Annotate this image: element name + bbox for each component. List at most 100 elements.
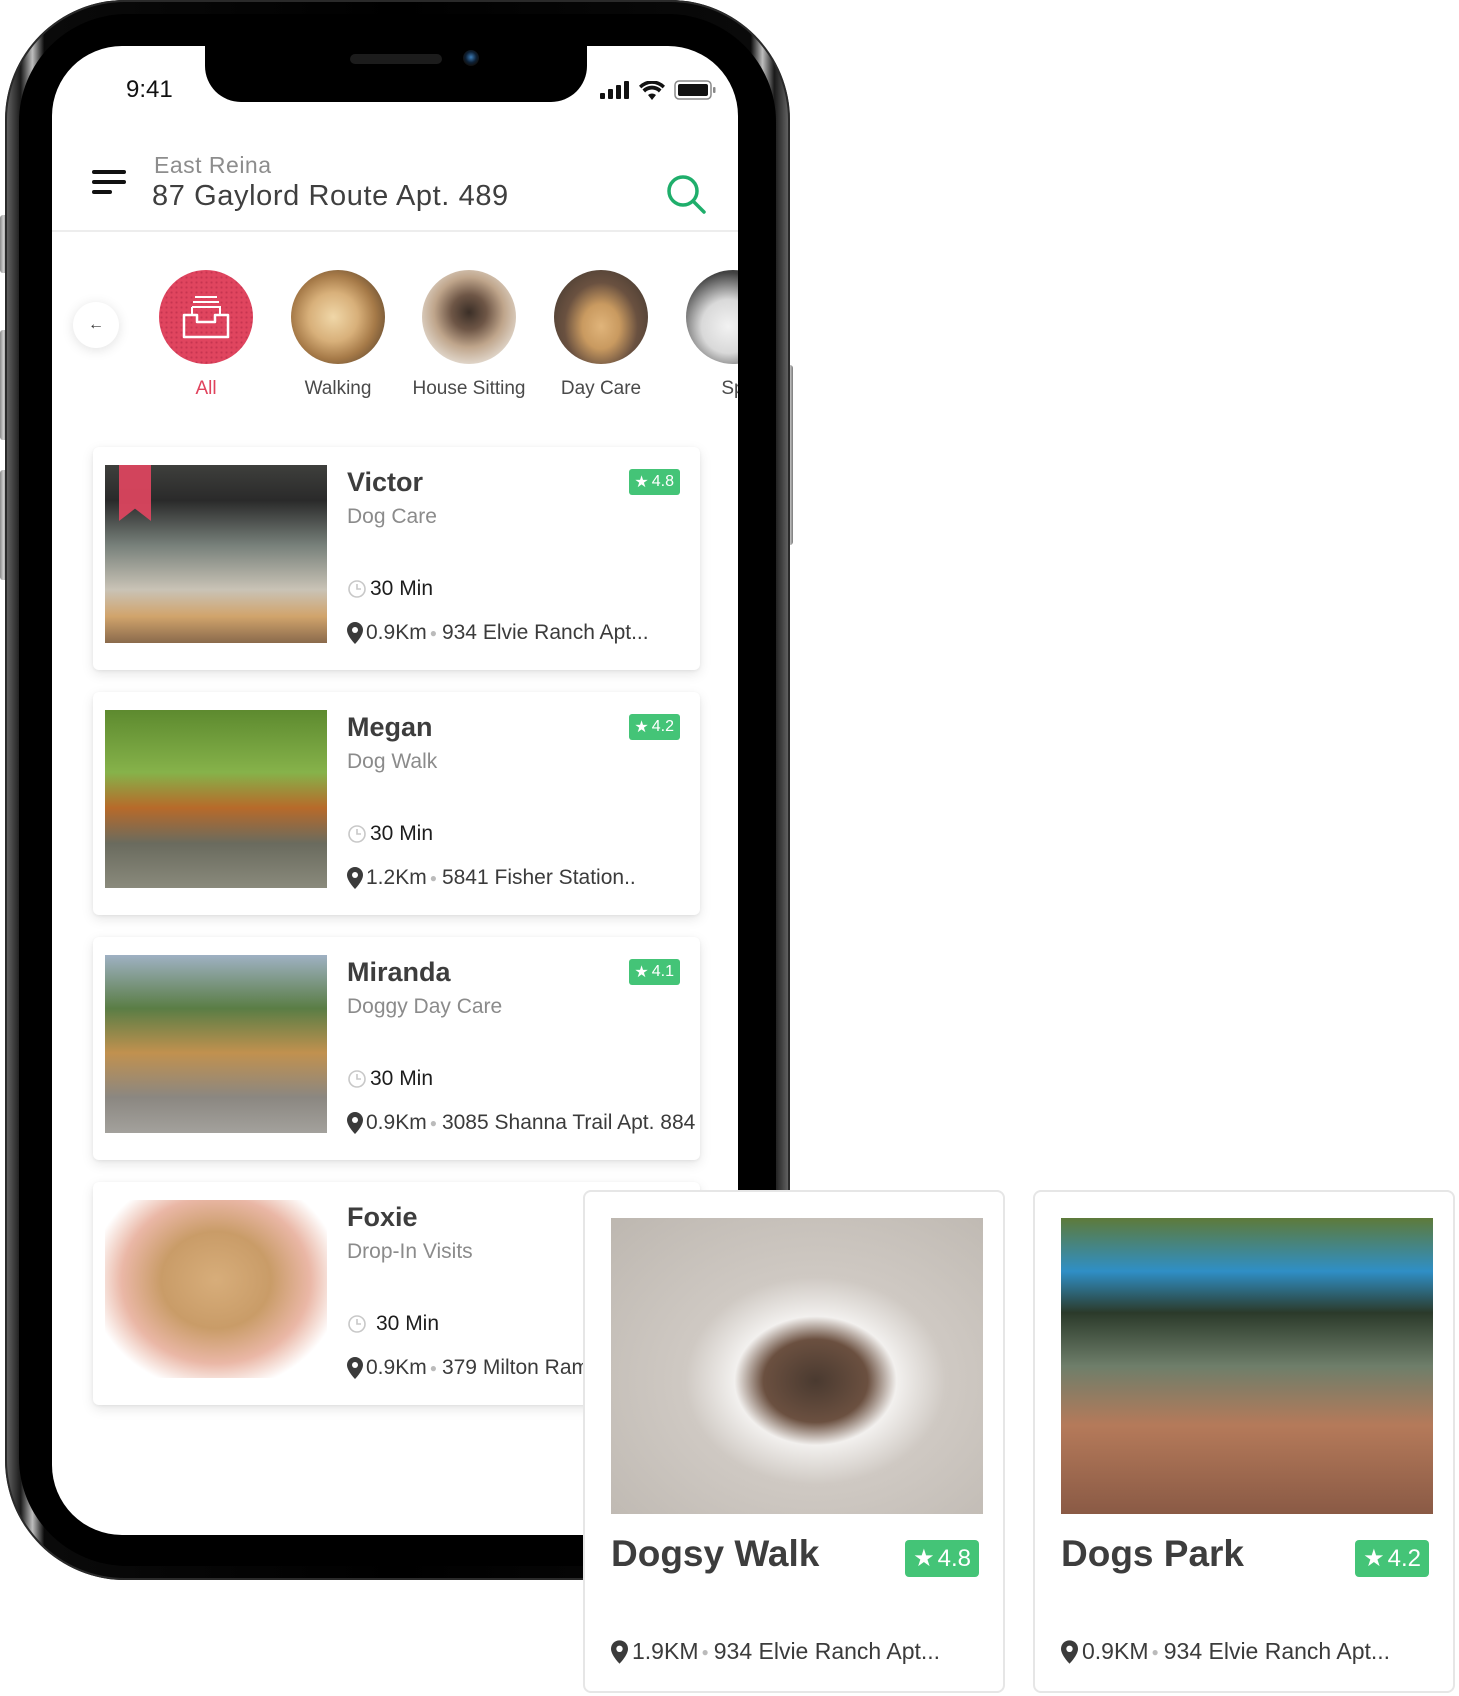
spa-photo xyxy=(686,270,738,364)
arrow-left-icon: ← xyxy=(88,316,104,333)
day-care-photo xyxy=(554,270,648,364)
clock-icon xyxy=(348,1070,366,1088)
listing-card[interactable]: Megan Dog Walk ★ 4.2 30 Min 1.2Km ● 5841 Fi… xyxy=(93,692,700,915)
separator-dot: ● xyxy=(429,1361,437,1375)
listing-photo xyxy=(105,465,327,643)
category-all-circle xyxy=(159,270,253,364)
rating-value: 4.8 xyxy=(651,473,674,490)
location-pin-icon xyxy=(347,1112,363,1134)
clock-icon xyxy=(348,1315,366,1333)
separator-dot: ● xyxy=(429,871,437,885)
notch xyxy=(205,46,587,102)
listing-photo xyxy=(105,1200,327,1378)
rating-value: 4.2 xyxy=(651,718,674,735)
header-divider xyxy=(52,230,738,232)
search-icon xyxy=(667,175,706,214)
duration-text: 30 Min xyxy=(370,822,434,845)
inbox-tray-icon xyxy=(182,296,230,339)
walking-photo xyxy=(291,270,385,364)
star-icon: ★ xyxy=(634,964,649,981)
address-text: 934 Elvie Ranch Apt... xyxy=(1163,1638,1391,1664)
category-all[interactable]: All xyxy=(131,270,281,400)
listing-duration: 30 Min xyxy=(347,1312,439,1336)
star-icon: ★ xyxy=(913,1545,935,1572)
featured-card[interactable]: Dogs Park ★ 4.2 0.9KM ● 934 Elvie Ranch Apt… xyxy=(1033,1190,1455,1693)
separator-dot: ● xyxy=(1151,1644,1159,1659)
listing-card[interactable]: Miranda Doggy Day Care ★ 4.1 30 Min 0.9Km… xyxy=(93,937,700,1160)
star-icon: ★ xyxy=(634,474,649,491)
featured-title: Dogsy Walk xyxy=(611,1533,820,1574)
listing-service: Drop-In Visits xyxy=(347,1240,473,1263)
separator-dot: ● xyxy=(429,626,437,640)
listing-photo xyxy=(105,955,327,1133)
listing-photo xyxy=(105,710,327,888)
featured-photo xyxy=(1061,1218,1433,1514)
rating-value: 4.1 xyxy=(651,963,674,980)
featured-card[interactable]: Dogsy Walk ★ 4.8 1.9KM ● 934 Elvie Ranch Ap… xyxy=(583,1190,1005,1693)
category-label: All xyxy=(195,378,217,399)
distance-text: 0.9Km xyxy=(366,621,427,644)
duration-text: 30 Min xyxy=(370,577,434,600)
location-pin-icon xyxy=(1061,1639,1078,1664)
rating-badge: ★ 4.2 xyxy=(1355,1540,1429,1577)
status-time: 9:41 xyxy=(126,76,173,103)
listing-duration: 30 Min xyxy=(347,1067,433,1091)
distance-text: 0.9KM xyxy=(1082,1638,1149,1664)
location-pin-icon xyxy=(347,867,363,889)
separator-dot: ● xyxy=(429,1116,437,1130)
star-icon: ★ xyxy=(1363,1545,1385,1572)
menu-button[interactable] xyxy=(92,170,126,200)
speaker xyxy=(350,54,442,64)
signal-icon xyxy=(600,81,629,99)
duration-text: 30 Min xyxy=(370,1067,434,1090)
listing-service: Doggy Day Care xyxy=(347,995,503,1018)
menu-icon-line xyxy=(92,180,126,184)
location-city[interactable]: East Reina xyxy=(154,152,272,179)
distance-text: 1.2Km xyxy=(366,866,427,889)
rating-badge: ★ 4.8 xyxy=(629,469,680,495)
address-text: 379 Milton Ramp xyxy=(441,1356,601,1379)
listing-location: 1.2Km ● 5841 Fisher Station.. xyxy=(347,866,636,890)
distance-text: 0.9Km xyxy=(366,1111,427,1134)
battery-icon xyxy=(674,80,716,100)
search-button[interactable] xyxy=(666,174,708,221)
address-text: 934 Elvie Ranch Apt... xyxy=(441,621,649,644)
listing-card[interactable]: Victor Dog Care ★ 4.8 30 Min 0.9Km ● 934 El… xyxy=(93,447,700,670)
category-house-sitting[interactable]: House Sitting xyxy=(394,270,544,400)
rating-value: 4.2 xyxy=(1387,1544,1421,1572)
listing-location: 0.9Km ● 934 Elvie Ranch Apt... xyxy=(347,621,649,645)
separator-dot: ● xyxy=(701,1644,709,1659)
category-label: Day Care xyxy=(560,378,642,399)
clock-icon xyxy=(348,580,366,598)
clock-icon xyxy=(348,825,366,843)
rating-badge: ★ 4.2 xyxy=(629,714,680,740)
category-spa[interactable]: Sp xyxy=(658,270,738,400)
bookmark-icon[interactable] xyxy=(119,465,151,521)
address-text: 934 Elvie Ranch Apt... xyxy=(713,1638,941,1664)
location-pin-icon xyxy=(347,1357,363,1379)
listing-duration: 30 Min xyxy=(347,577,433,601)
address-text: 3085 Shanna Trail Apt. 884 xyxy=(441,1111,696,1134)
listing-name: Victor xyxy=(347,467,424,497)
category-day-care[interactable]: Day Care xyxy=(526,270,676,400)
rating-badge: ★ 4.1 xyxy=(629,959,680,985)
star-icon: ★ xyxy=(634,719,649,736)
house-sitting-photo xyxy=(422,270,516,364)
category-label: Walking xyxy=(304,378,372,399)
category-label: House Sitting xyxy=(412,378,526,399)
listing-duration: 30 Min xyxy=(347,822,433,846)
listing-name: Foxie xyxy=(347,1202,418,1232)
rating-value: 4.8 xyxy=(937,1544,971,1572)
distance-text: 1.9KM xyxy=(632,1638,699,1664)
duration-text: 30 Min xyxy=(376,1312,440,1335)
category-label: Sp xyxy=(721,378,738,399)
location-address[interactable]: 87 Gaylord Route Apt. 489 xyxy=(152,180,509,213)
category-walking[interactable]: Walking xyxy=(263,270,413,400)
featured-location: 0.9KM ● 934 Elvie Ranch Apt... xyxy=(1061,1638,1390,1665)
menu-icon xyxy=(92,170,126,174)
distance-text: 0.9Km xyxy=(366,1356,427,1379)
categories-back-button[interactable]: ← xyxy=(73,302,119,348)
menu-icon-line xyxy=(92,190,112,194)
listing-location: 0.9Km ● 3085 Shanna Trail Apt. 884 xyxy=(347,1111,695,1135)
featured-title: Dogs Park xyxy=(1061,1533,1245,1574)
